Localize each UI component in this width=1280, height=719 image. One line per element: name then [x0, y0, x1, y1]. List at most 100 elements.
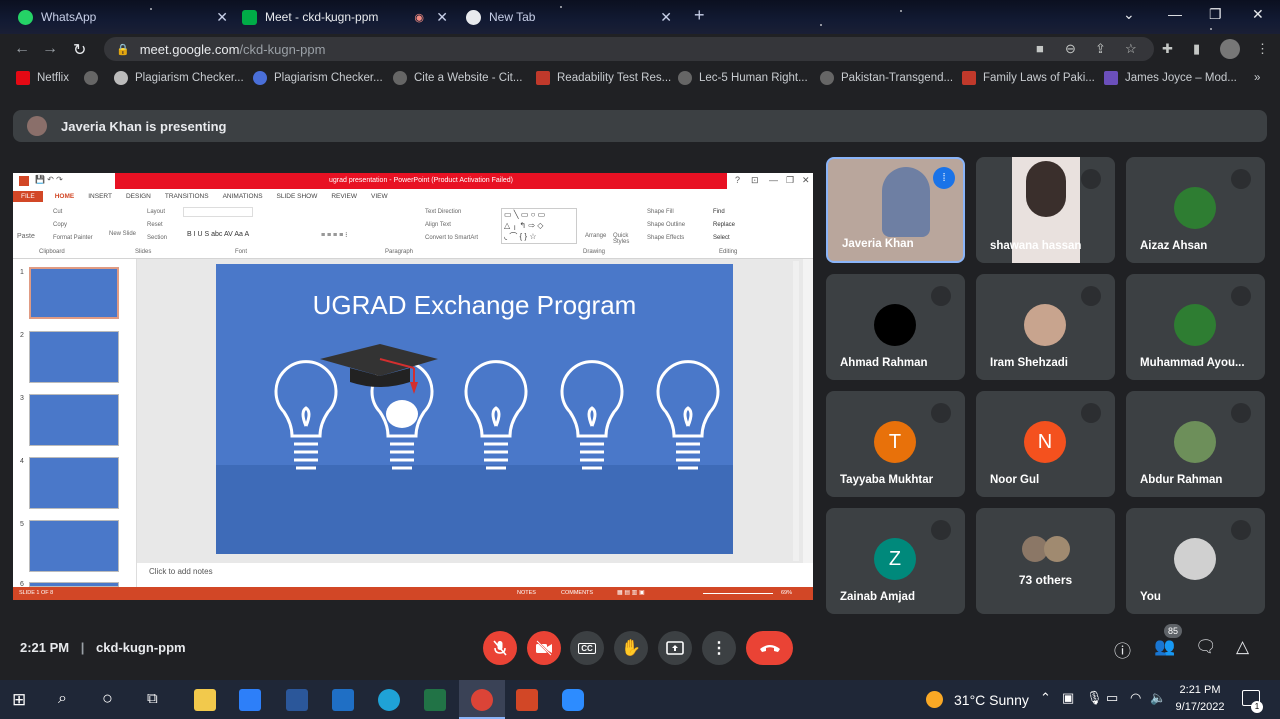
meet-tray-icon[interactable]: ▣	[1062, 690, 1074, 706]
bookmark-pakistan[interactable]: Pakistan-Transgend...	[820, 71, 953, 85]
mic-off-icon	[1231, 403, 1251, 423]
cortana-icon[interactable]: ○	[102, 688, 124, 710]
participant-tile[interactable]: Iram Shehzadi	[976, 274, 1115, 380]
bookmark-plagiarism-2[interactable]: Plagiarism Checker...	[253, 71, 383, 85]
participant-tile[interactable]: Ahmad Rahman	[826, 274, 965, 380]
participant-tile[interactable]: Abdur Rahman	[1126, 391, 1265, 497]
profile-avatar[interactable]	[1220, 39, 1240, 59]
extensions-icon[interactable]: ✚	[1162, 41, 1173, 57]
excel-icon[interactable]	[424, 689, 446, 711]
battery-icon[interactable]: ▭	[1106, 690, 1118, 706]
self-tile[interactable]: You	[1126, 508, 1265, 614]
ppt-ribbon-item: Shape Effects	[647, 235, 685, 241]
lightbulb-icon	[560, 360, 624, 470]
weather-sun-icon[interactable]	[926, 691, 943, 708]
bookmark-cite[interactable]: Cite a Website - Cit...	[393, 71, 522, 85]
meeting-info-icon[interactable]: ⓘ	[1114, 637, 1131, 662]
tray-chevron-icon[interactable]: ⌃	[1040, 690, 1051, 706]
ppt-file-tab: FILE	[13, 190, 43, 202]
bookmark-readability[interactable]: Readability Test Res...	[536, 71, 671, 85]
bookmark-plagiarism-1[interactable]: Plagiarism Checker...	[114, 71, 244, 85]
others-tile[interactable]: 73 others	[976, 508, 1115, 614]
ppt-ribbon-tabs: FILE HOME INSERT DESIGN TRANSITIONS ANIM…	[13, 189, 813, 203]
participant-tile[interactable]: shawana hassan	[976, 157, 1115, 263]
participant-tile[interactable]: ⁞ Javeria Khan	[826, 157, 965, 263]
system-clock-time[interactable]: 2:21 PM	[1178, 684, 1222, 696]
search-icon[interactable]: ⌕	[58, 690, 80, 712]
forward-icon[interactable]: →	[42, 40, 58, 58]
share-icon[interactable]: ⇪	[1095, 41, 1106, 57]
restore-button[interactable]: ❐	[1209, 6, 1222, 23]
camera-toggle-button[interactable]	[527, 631, 561, 665]
activities-icon[interactable]: △	[1236, 637, 1249, 657]
close-tab-icon[interactable]: ✕	[436, 9, 448, 26]
presenter-avatar	[27, 116, 47, 136]
edge-icon[interactable]	[378, 689, 400, 711]
microsoft-store-icon[interactable]	[239, 689, 261, 711]
file-explorer-icon[interactable]	[194, 689, 216, 711]
participant-avatar	[1174, 304, 1216, 346]
url-bar[interactable]: 🔒 meet.google.com/ckd-kugn-ppm	[104, 37, 1154, 61]
participant-tile[interactable]: Z Zainab Amjad	[826, 508, 965, 614]
presenting-banner: Javeria Khan is presenting	[13, 110, 1267, 142]
camera-icon[interactable]: ■	[1036, 41, 1044, 56]
speaker-icon[interactable]: 🔈	[1150, 690, 1166, 706]
people-icon[interactable]: 👥	[1154, 637, 1175, 657]
bookmark-family-laws[interactable]: Family Laws of Paki...	[962, 71, 1095, 85]
participant-tile[interactable]: Aizaz Ahsan	[1126, 157, 1265, 263]
close-tab-icon[interactable]: ✕	[216, 9, 228, 26]
participant-name: Iram Shehzadi	[990, 357, 1068, 369]
hand-icon: ✋	[621, 640, 641, 657]
bookmark-item[interactable]	[84, 71, 105, 85]
tab-label: Meet - ckd-kugn-ppm	[265, 10, 379, 24]
url-path: /ckd-kugn-ppm	[239, 41, 326, 57]
weather-condition: Sunny	[989, 692, 1029, 708]
task-view-icon[interactable]: ⧉	[147, 690, 169, 712]
word-icon[interactable]	[286, 689, 308, 711]
tab-search-icon[interactable]: ⌄	[1123, 6, 1135, 23]
windows-start-icon[interactable]: ⊞	[12, 690, 34, 712]
end-call-button[interactable]	[746, 631, 793, 665]
system-clock-date[interactable]: 9/17/2022	[1168, 701, 1232, 713]
captions-button[interactable]: CC	[570, 631, 604, 665]
participant-count-badge: 85	[1164, 624, 1182, 638]
participant-name: Muhammad Ayou...	[1140, 357, 1245, 369]
side-panel-icon[interactable]: ▮	[1193, 41, 1200, 57]
chat-icon[interactable]: 🗨	[1195, 637, 1217, 657]
back-icon[interactable]: ←	[14, 40, 30, 58]
slide-thumbnail	[29, 457, 119, 509]
more-options-button[interactable]: ⋮	[702, 631, 736, 665]
close-window-button[interactable]: ✕	[1252, 6, 1264, 23]
more-bookmarks-icon[interactable]: »	[1254, 72, 1260, 84]
mic-tray-icon[interactable]: 🎙	[1086, 690, 1103, 706]
ppt-tab: SLIDE SHOW	[276, 192, 318, 200]
bookmark-lec5[interactable]: Lec-5 Human Right...	[678, 71, 808, 85]
chrome-icon[interactable]	[471, 689, 493, 711]
weather-widget[interactable]: 31°C Sunny	[954, 692, 1029, 708]
participant-name: Tayyaba Mukhtar	[840, 474, 934, 486]
zoom-app-icon[interactable]	[562, 689, 584, 711]
participant-tile[interactable]: N Noor Gul	[976, 391, 1115, 497]
participant-tile[interactable]: T Tayyaba Mukhtar	[826, 391, 965, 497]
participant-tile[interactable]: Muhammad Ayou...	[1126, 274, 1265, 380]
raise-hand-button[interactable]: ✋	[614, 631, 648, 665]
minimize-button[interactable]: —	[1168, 6, 1182, 22]
close-tab-icon[interactable]: ✕	[660, 9, 672, 26]
mic-toggle-button[interactable]	[483, 631, 517, 665]
bookmark-james-joyce[interactable]: James Joyce – Mod...	[1104, 71, 1237, 85]
mail-icon[interactable]	[332, 689, 354, 711]
tab-whatsapp[interactable]: WhatsApp ✕	[18, 4, 228, 30]
site-icon	[253, 71, 267, 85]
reload-icon[interactable]: ↻	[73, 40, 86, 60]
menu-kebab-icon[interactable]: ⋮	[1256, 41, 1269, 57]
new-tab-button[interactable]: +	[694, 5, 705, 26]
tab-new-tab[interactable]: New Tab ✕	[466, 4, 672, 30]
whatsapp-icon	[18, 9, 33, 25]
zoom-icon[interactable]: ⊖	[1065, 41, 1076, 57]
bookmark-netflix[interactable]: Netflix	[16, 71, 69, 85]
wifi-icon[interactable]: ◠	[1130, 690, 1141, 706]
bookmark-star-icon[interactable]: ☆	[1125, 41, 1137, 57]
tab-meet[interactable]: Meet - ckd-kugn-ppm ◉ ✕	[242, 4, 448, 30]
powerpoint-taskbar-icon[interactable]	[516, 689, 538, 711]
present-button[interactable]	[658, 631, 692, 665]
